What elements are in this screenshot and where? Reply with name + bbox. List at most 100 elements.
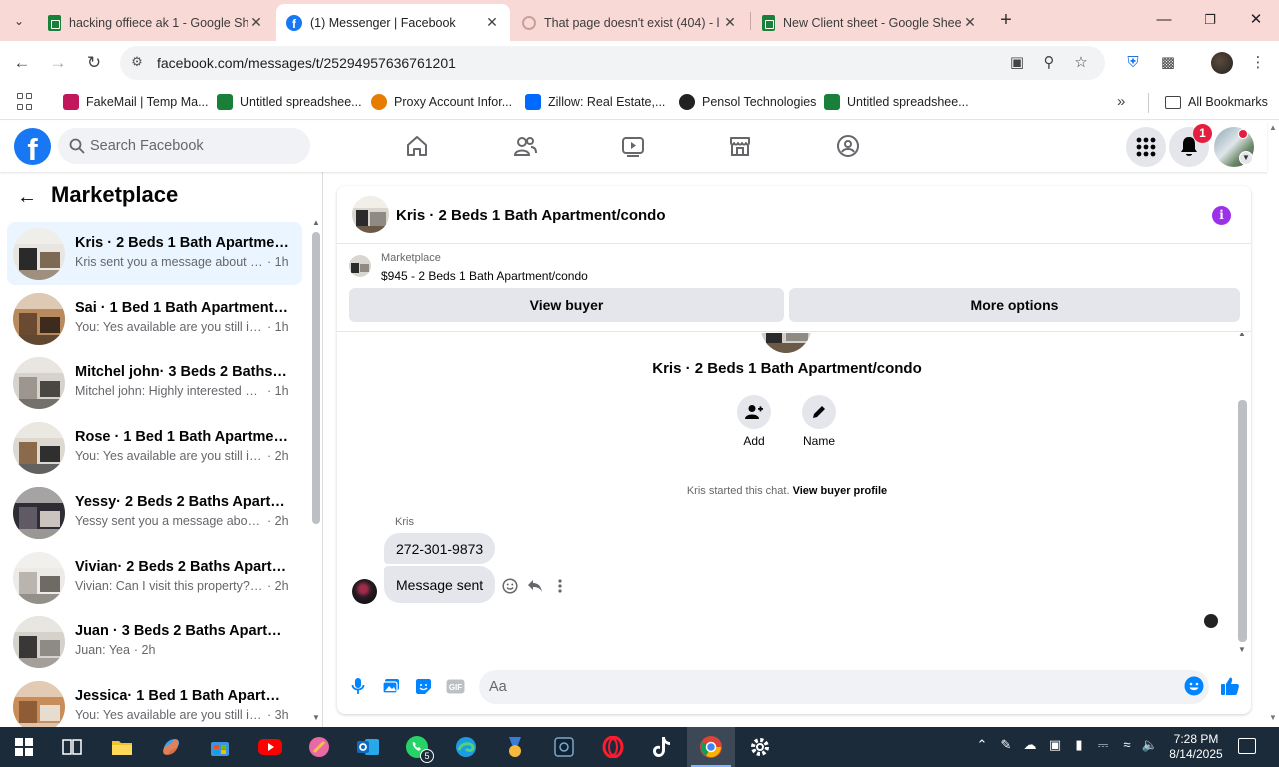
facebook-logo-icon[interactable]: f	[14, 128, 51, 165]
scroll-up-arrow-icon[interactable]: ▲	[312, 218, 320, 227]
edge-icon[interactable]	[453, 734, 479, 760]
reply-icon[interactable]	[525, 576, 545, 596]
youtube-icon[interactable]	[257, 734, 283, 760]
system-clock[interactable]: 7:28 PM 8/14/2025	[1163, 732, 1229, 762]
chrome-taskbar-icon[interactable]	[687, 727, 735, 767]
new-tab-icon[interactable]: +	[995, 9, 1017, 31]
marketplace-icon[interactable]	[726, 132, 754, 160]
conversation-item[interactable]: Mitchel john· 3 Beds 2 Baths Apartment Mi…	[7, 351, 302, 414]
app-launcher-icon[interactable]	[306, 734, 332, 760]
photo-icon[interactable]	[380, 675, 402, 697]
windows-start-icon[interactable]	[11, 734, 37, 760]
thread-scrollbar[interactable]	[1238, 400, 1247, 642]
screen-capture-icon[interactable]: ▣	[1046, 737, 1064, 757]
emoji-react-icon[interactable]	[500, 576, 520, 596]
message-input[interactable]	[479, 670, 1209, 704]
browser-profile-avatar[interactable]	[1211, 52, 1233, 74]
listing-title[interactable]: $945 - 2 Beds 1 Bath Apartment/condo	[381, 269, 588, 283]
outlook-icon[interactable]	[355, 734, 381, 760]
close-tab-icon[interactable]: ✕	[248, 14, 264, 31]
pencil-icon[interactable]	[802, 395, 836, 429]
name-action[interactable]: Name	[789, 395, 849, 448]
copilot-icon[interactable]	[158, 734, 184, 760]
sidebar-scrollbar[interactable]	[312, 232, 320, 524]
bookmark-item[interactable]: Untitled spreadshee...	[217, 93, 362, 111]
network-adapter-icon[interactable]: ⎓	[1094, 737, 1112, 757]
friends-icon[interactable]	[511, 132, 539, 160]
scroll-down-arrow-icon[interactable]: ▼	[1238, 645, 1246, 653]
add-action[interactable]: Add	[724, 395, 784, 448]
battery-icon[interactable]: ▮	[1070, 737, 1088, 757]
chat-listing-avatar[interactable]	[352, 196, 389, 233]
gif-icon[interactable]: GIF	[444, 675, 466, 697]
view-buyer-profile-link[interactable]: View buyer profile	[793, 485, 888, 497]
url-text[interactable]: facebook.com/messages/t/2529495763676120…	[157, 55, 456, 71]
medal-app-icon[interactable]	[502, 734, 528, 760]
microsoft-store-icon[interactable]	[207, 734, 233, 760]
file-explorer-icon[interactable]	[109, 734, 135, 760]
info-icon[interactable]: i	[1212, 206, 1231, 225]
scroll-down-arrow-icon[interactable]: ▼	[312, 713, 320, 722]
sticker-icon[interactable]	[412, 675, 434, 697]
conversation-item[interactable]: Juan · 3 Beds 2 Baths Apartment/condo Jua…	[7, 610, 302, 673]
close-tab-icon[interactable]: ✕	[722, 14, 738, 31]
back-arrow-icon[interactable]: ←	[10, 51, 34, 75]
conversation-item[interactable]: Jessica· 1 Bed 1 Bath Apartment/condo You…	[7, 675, 302, 727]
message-bubble[interactable]: Message sent	[384, 566, 496, 603]
add-person-icon[interactable]	[737, 395, 771, 429]
scroll-down-arrow-icon[interactable]: ▼	[1269, 713, 1277, 722]
bookmark-star-icon[interactable]: ☆	[1071, 54, 1091, 74]
volume-icon[interactable]: 🔈	[1141, 737, 1159, 757]
all-bookmarks[interactable]: All Bookmarks	[1165, 93, 1268, 111]
browser-tab[interactable]: New Client sheet - Google Shee ✕	[752, 4, 988, 41]
zoom-icon[interactable]: ⚲	[1039, 54, 1059, 74]
view-buyer-button[interactable]: View buyer	[349, 288, 784, 322]
whatsapp-icon[interactable]: 5	[404, 734, 434, 763]
home-icon[interactable]	[403, 132, 431, 160]
video-icon[interactable]	[619, 132, 647, 160]
scroll-up-arrow-icon[interactable]: ▲	[1269, 123, 1277, 132]
apps-grid-icon[interactable]	[17, 93, 35, 111]
microphone-icon[interactable]	[347, 675, 369, 697]
tab-search-dropdown-icon[interactable]: ⌄	[8, 10, 30, 32]
restore-icon[interactable]: ❐	[1197, 8, 1223, 32]
conversation-item[interactable]: Rose · 1 Bed 1 Bath Apartment/condo You: …	[7, 416, 302, 479]
bookmark-item[interactable]: Zillow: Real Estate,...	[525, 93, 665, 111]
wifi-icon[interactable]: ≈	[1118, 737, 1136, 757]
groups-gaming-icon[interactable]	[834, 132, 862, 160]
browser-tab-active[interactable]: f (1) Messenger | Facebook ✕	[276, 4, 510, 41]
install-app-icon[interactable]: ▣	[1007, 54, 1027, 74]
scroll-up-arrow-icon[interactable]: ▲	[1238, 333, 1246, 338]
bookmark-item[interactable]: Pensol Technologies	[679, 93, 816, 111]
bookmark-item[interactable]: FakeMail | Temp Ma...	[63, 93, 209, 111]
pen-tray-icon[interactable]: ✎	[997, 737, 1015, 757]
browser-tab[interactable]: That page doesn't exist (404) - l ✕	[512, 4, 748, 41]
back-arrow-icon[interactable]: ←	[17, 186, 39, 208]
shield-extension-icon[interactable]: ⛨	[1123, 53, 1143, 73]
bookmark-item[interactable]: Untitled spreadshee...	[824, 93, 969, 111]
more-options-button[interactable]: More options	[789, 288, 1240, 322]
conversation-item[interactable]: Kris · 2 Beds 1 Bath Apartment/condo Kris…	[7, 222, 302, 285]
browser-menu-icon[interactable]: ⋮	[1248, 53, 1268, 73]
sender-avatar[interactable]	[352, 579, 377, 604]
more-actions-icon[interactable]	[550, 576, 570, 596]
show-hidden-icons-chevron-icon[interactable]: ⌃	[973, 737, 991, 757]
settings-gear-icon[interactable]	[747, 734, 773, 760]
page-scrollbar[interactable]: ▲ ▼	[1267, 121, 1279, 727]
close-tab-icon[interactable]: ✕	[484, 14, 500, 31]
chevron-down-icon[interactable]: ▼	[1239, 151, 1253, 165]
forward-arrow-icon[interactable]: →	[46, 51, 70, 75]
more-bookmarks-chevron-icon[interactable]: »	[1117, 93, 1125, 110]
notification-center-icon[interactable]	[1238, 738, 1256, 754]
facebook-search[interactable]	[58, 128, 310, 164]
conversation-item[interactable]: Sai · 1 Bed 1 Bath Apartment/condo You: Y…	[7, 287, 302, 350]
conversation-item[interactable]: Yessy· 2 Beds 2 Baths Apartment/condo Yes…	[7, 481, 302, 544]
opera-icon[interactable]	[600, 734, 626, 760]
browser-tab[interactable]: hacking offiece ak 1 - Google Sh ✕	[38, 4, 274, 41]
reload-icon[interactable]: ↻	[82, 51, 106, 75]
thumbs-up-icon[interactable]	[1219, 675, 1241, 697]
minimize-icon[interactable]: —	[1151, 8, 1177, 32]
conversation-item[interactable]: Vivian· 2 Beds 2 Baths Apartment/condo Vi…	[7, 546, 302, 609]
site-info-icon[interactable]: ⚙	[128, 54, 146, 72]
onedrive-cloud-icon[interactable]: ☁	[1021, 737, 1039, 757]
